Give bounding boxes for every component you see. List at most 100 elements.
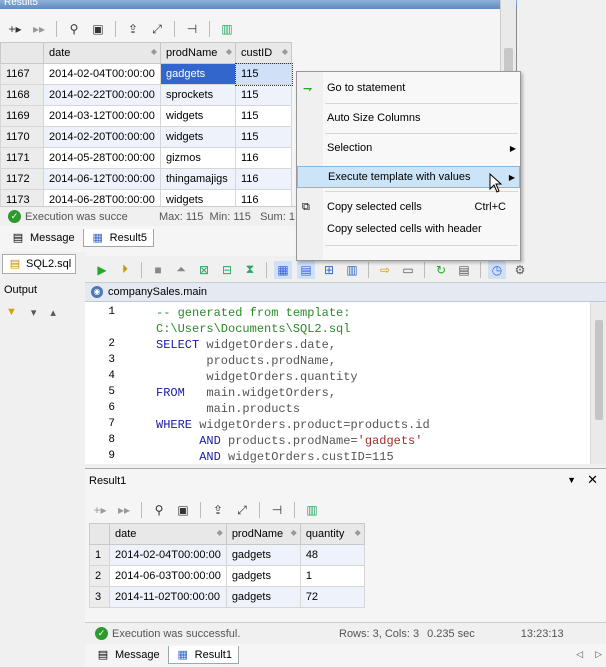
- code-line[interactable]: C:\Users\Documents\SQL2.sql: [156, 322, 350, 336]
- cell-custid[interactable]: 115: [235, 126, 292, 148]
- uncomment-icon[interactable]: ⊟: [218, 261, 236, 279]
- scroll-right-icon[interactable]: ▷: [595, 649, 602, 660]
- table-row[interactable]: 1170 2014-02-20T00:00:00 widgets 115: [0, 126, 292, 148]
- find-icon[interactable]: ⚲: [150, 501, 168, 519]
- editor-vertical-scrollbar[interactable]: [590, 302, 606, 464]
- cell-date[interactable]: 2014-02-04T00:00:00: [43, 63, 161, 85]
- menu-item-selection[interactable]: Selection ▶: [297, 137, 520, 159]
- cell-prodname[interactable]: gadgets: [160, 63, 236, 85]
- cell-custid[interactable]: 115: [234, 62, 293, 86]
- comment-icon[interactable]: ⊠: [195, 261, 213, 279]
- text-view-icon[interactable]: ▤: [297, 260, 315, 279]
- menu-item-execute-template[interactable]: Execute template with values ▶: [297, 166, 520, 188]
- cell-prodname[interactable]: sprockets: [160, 84, 236, 106]
- layout-icon[interactable]: ▥: [343, 261, 361, 279]
- filter-icon[interactable]: ▼: [6, 306, 17, 319]
- settings-icon[interactable]: ⚙: [511, 261, 529, 279]
- cell-custid[interactable]: 116: [235, 147, 292, 169]
- cell-custid[interactable]: 116: [235, 168, 292, 190]
- table-row[interactable]: 1171 2014-05-28T00:00:00 gizmos 116: [0, 147, 292, 169]
- code-line[interactable]: AND widgetOrders.custID=115: [156, 450, 393, 464]
- cell-prodname[interactable]: gadgets: [225, 565, 301, 587]
- execute-icon[interactable]: ▶: [93, 261, 111, 279]
- append-row-icon[interactable]: ▸▸: [30, 20, 48, 38]
- sort-icon[interactable]: ◆: [151, 47, 157, 56]
- code-line[interactable]: products.prodName,: [156, 354, 336, 368]
- sort-icon[interactable]: ◆: [217, 528, 223, 537]
- pin-icon[interactable]: ⊣: [268, 501, 286, 519]
- cell-date[interactable]: 2014-06-03T00:00:00: [109, 565, 227, 587]
- execute-step-icon[interactable]: ⏵: [116, 261, 134, 279]
- scrollbar-thumb[interactable]: [595, 320, 603, 420]
- save-file-icon[interactable]: ▭: [399, 261, 417, 279]
- prev-icon[interactable]: ▴: [50, 306, 56, 319]
- next-icon[interactable]: ▾: [31, 306, 37, 319]
- column-header-custid[interactable]: custID ◆: [235, 42, 292, 64]
- code-line[interactable]: WHERE widgetOrders.product=products.id: [156, 418, 430, 432]
- cell-date[interactable]: 2014-06-12T00:00:00: [43, 168, 161, 190]
- menu-item-copy-with-header[interactable]: Copy selected cells with header: [297, 218, 520, 240]
- code-line[interactable]: main.products: [156, 402, 300, 416]
- sort-icon[interactable]: ◆: [291, 528, 297, 537]
- cell-prodname[interactable]: gadgets: [225, 586, 301, 608]
- cell-quantity[interactable]: 1: [299, 565, 365, 587]
- cell-date[interactable]: 2014-03-12T00:00:00: [43, 105, 161, 127]
- insert-row-icon[interactable]: +▸: [6, 20, 24, 38]
- table-row[interactable]: 1172 2014-06-12T00:00:00 thingamajigs 11…: [0, 168, 292, 190]
- maximize-icon[interactable]: ⤢: [148, 20, 166, 38]
- menu-item-auto-size-columns[interactable]: Auto Size Columns: [297, 107, 520, 129]
- column-header-date[interactable]: date ◆: [43, 42, 161, 64]
- stop-icon[interactable]: ■: [149, 261, 167, 279]
- sql-editor[interactable]: 1 -- generated from template: C:\Users\Doc…: [85, 302, 606, 464]
- cell-date[interactable]: 2014-02-22T00:00:00: [43, 84, 161, 106]
- cell-quantity[interactable]: 48: [299, 544, 365, 566]
- table-row[interactable]: 2 2014-06-03T00:00:00 gadgets 1: [89, 565, 365, 587]
- tab-result5[interactable]: ▦ Result5: [82, 229, 154, 247]
- maximize-icon[interactable]: ⤢: [233, 501, 251, 519]
- cell-prodname[interactable]: widgets: [160, 126, 236, 148]
- timer-icon[interactable]: ◷: [488, 260, 506, 279]
- save-icon[interactable]: ▣: [89, 20, 107, 38]
- table-row[interactable]: 1168 2014-02-22T00:00:00 sprockets 115: [0, 84, 292, 106]
- insert-row-icon[interactable]: +▸: [91, 501, 109, 519]
- save-icon[interactable]: ▣: [174, 501, 192, 519]
- sort-icon[interactable]: ◆: [226, 47, 232, 56]
- table-row[interactable]: 3 2014-11-02T00:00:00 gadgets 72: [89, 586, 365, 608]
- cell-date[interactable]: 2014-02-20T00:00:00: [43, 126, 161, 148]
- tab-message[interactable]: ▤ Message: [89, 646, 166, 664]
- table-row[interactable]: 1167 2014-02-04T00:00:00 gadgets 115: [0, 62, 293, 86]
- refresh-icon[interactable]: ↻: [432, 261, 450, 279]
- cell-custid[interactable]: 115: [235, 84, 292, 106]
- chart-icon[interactable]: ▥: [218, 20, 236, 38]
- grid-view-icon[interactable]: ▦: [274, 260, 292, 279]
- code-line[interactable]: widgetOrders.quantity: [156, 370, 357, 384]
- sort-icon[interactable]: ◆: [355, 528, 361, 537]
- cell-prodname[interactable]: gadgets: [225, 544, 301, 566]
- move-up-icon[interactable]: ⏶: [172, 261, 190, 279]
- tab-sql2[interactable]: ▤ SQL2.sql: [2, 254, 77, 274]
- open-folder-icon[interactable]: ⇨: [376, 261, 394, 279]
- panel-dropdown-icon[interactable]: ▼: [567, 475, 576, 485]
- find-icon[interactable]: ⚲: [65, 20, 83, 38]
- chart-icon[interactable]: ▥: [303, 501, 321, 519]
- cell-prodname[interactable]: gizmos: [160, 147, 236, 169]
- code-line[interactable]: AND products.prodName='gadgets': [156, 434, 422, 448]
- pin-icon[interactable]: ⊣: [183, 20, 201, 38]
- code-line[interactable]: -- generated from template:: [156, 306, 350, 320]
- table-row[interactable]: 1169 2014-03-12T00:00:00 widgets 115: [0, 105, 292, 127]
- export-icon[interactable]: ⇪: [209, 501, 227, 519]
- cell-prodname[interactable]: thingamajigs: [160, 168, 236, 190]
- cell-custid[interactable]: 115: [235, 105, 292, 127]
- code-line[interactable]: FROM main.widgetOrders,: [156, 386, 336, 400]
- append-row-icon[interactable]: ▸▸: [115, 501, 133, 519]
- table-row[interactable]: 1 2014-02-04T00:00:00 gadgets 48: [89, 544, 365, 566]
- cell-prodname[interactable]: widgets: [160, 105, 236, 127]
- tab-message[interactable]: ▤ Message: [4, 229, 81, 247]
- menu-item-copy-selected-cells[interactable]: ⧉ Copy selected cells Ctrl+C: [297, 196, 520, 218]
- tab-result1[interactable]: ▦ Result1: [167, 646, 239, 664]
- column-header-prodname[interactable]: prodName ◆: [160, 42, 236, 64]
- export-icon[interactable]: ⇪: [124, 20, 142, 38]
- column-header-date[interactable]: date ◆: [109, 523, 227, 545]
- cell-date[interactable]: 2014-05-28T00:00:00: [43, 147, 161, 169]
- scroll-left-icon[interactable]: ◁: [576, 649, 583, 660]
